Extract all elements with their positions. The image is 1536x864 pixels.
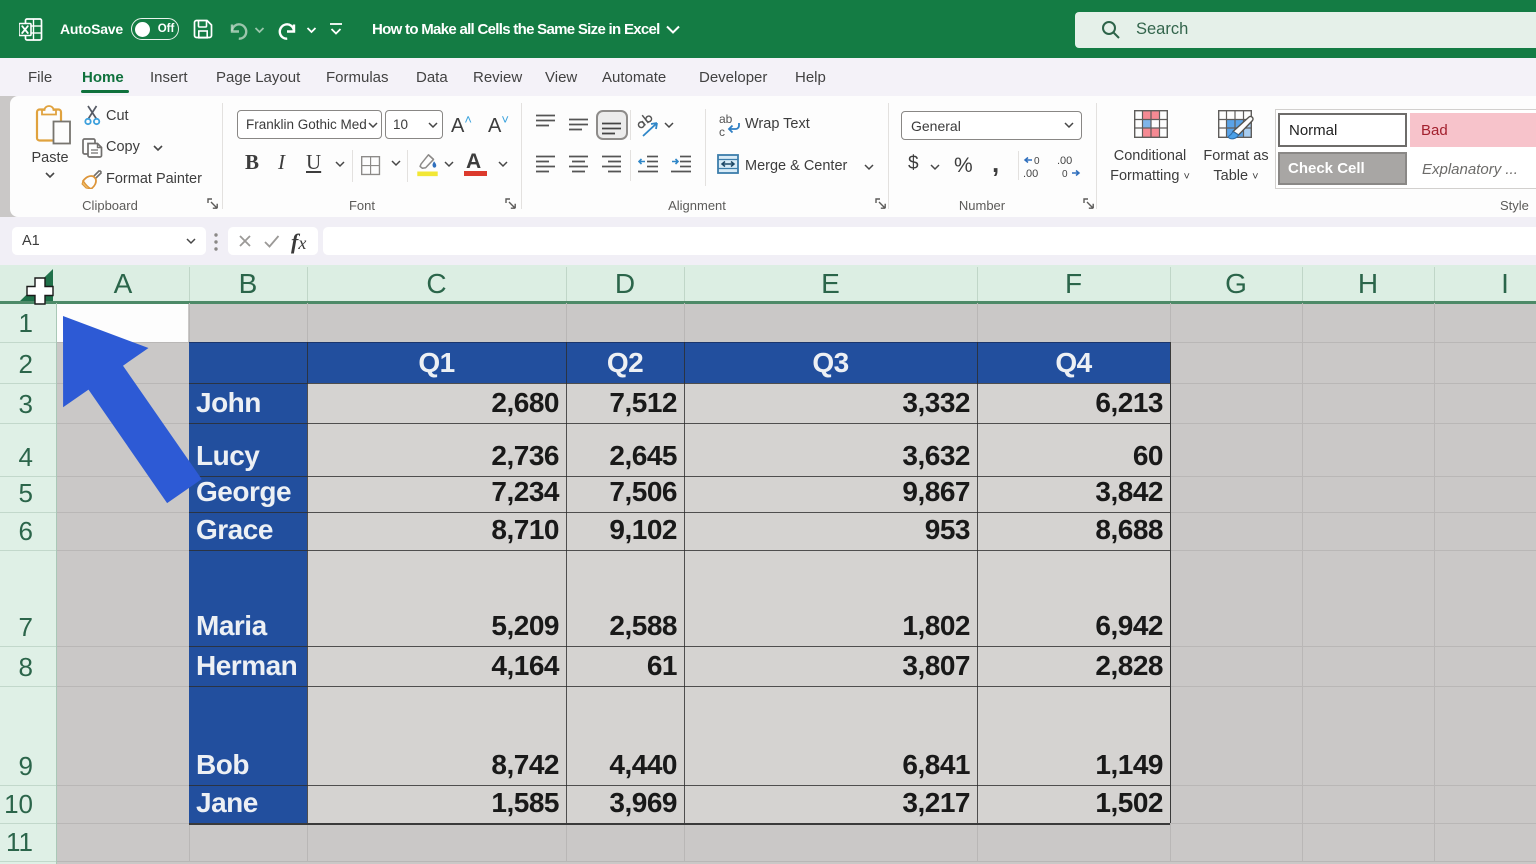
svg-text:c: c [719,125,725,138]
svg-text:.00: .00 [1057,155,1072,167]
svg-text:0: 0 [1062,169,1068,179]
svg-text:.00: .00 [1023,168,1038,179]
svg-text:ab: ab [719,112,733,126]
svg-text:0: 0 [1034,156,1040,167]
